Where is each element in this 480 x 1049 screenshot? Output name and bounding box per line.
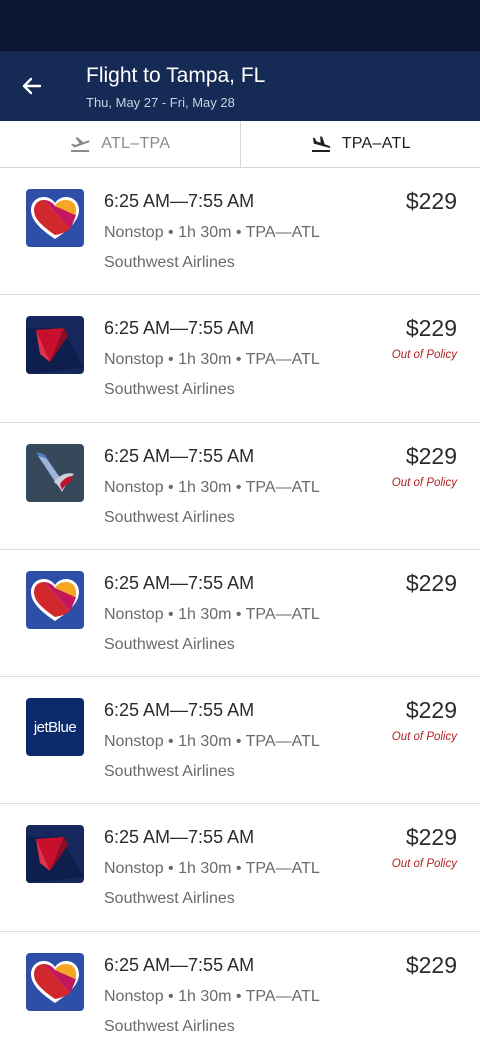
airline-name: Southwest Airlines [104,763,235,781]
out-of-policy-badge: Out of Policy [391,349,457,362]
out-of-policy-badge: Out of Policy [391,731,457,744]
american-airlines-logo-icon [26,443,84,502]
flight-row[interactable]: 6:25 AM—7:55 AM Nonstop • 1h 30m • TPA—A… [0,550,480,678]
flight-time: 6:25 AM—7:55 AM [104,318,255,339]
flight-row[interactable]: 6:25 AM—7:55 AM Nonstop • 1h 30m • TPA—A… [0,932,480,1049]
tab-label: TPA–ATL [341,135,411,152]
back-arrow-icon [22,77,42,95]
airline-name: Southwest Airlines [104,381,235,399]
airline-name: Southwest Airlines [104,890,235,908]
flight-row[interactable]: 6:25 AM—7:55 AM Nonstop • 1h 30m • TPA—A… [0,804,480,932]
flight-time: 6:25 AM—7:55 AM [104,700,255,721]
airline-name: Southwest Airlines [104,1017,235,1035]
tab-atl-tpa[interactable]: ATL–TPA [0,121,240,167]
flight-time: 6:25 AM—7:55 AM [104,827,255,848]
delta-logo-icon [26,316,84,375]
flight-list: 6:25 AM—7:55 AM Nonstop • 1h 30m • TPA—A… [0,168,480,1049]
out-of-policy-badge: Out of Policy [391,858,457,871]
southwest-logo-icon [26,570,84,629]
out-of-policy-badge: Out of Policy [391,476,457,489]
segment-tabs: ATL–TPA TPA–ATL [0,121,480,168]
flight-details: Nonstop • 1h 30m • TPA—ATL [104,224,320,241]
tab-label: ATL–TPA [101,135,171,152]
southwest-logo-icon [26,189,84,247]
flight-row[interactable]: 6:25 AM—7:55 AM Nonstop • 1h 30m • TPA—A… [0,295,480,423]
status-bar [0,0,480,51]
flight-price: $229 [405,824,457,851]
trip-dates: Thu, May 27 - Fri, May 28 [86,95,235,110]
jetblue-logo-icon: jetBlue [26,698,84,757]
flight-details: Nonstop • 1h 30m • TPA—ATL [104,987,320,1005]
flight-row[interactable]: 6:25 AM—7:55 AM Nonstop • 1h 30m • TPA—A… [0,423,480,550]
delta-logo-icon [26,825,84,884]
flight-price: $229 [405,442,457,469]
flight-price: $229 [405,315,457,342]
flight-details: Nonstop • 1h 30m • TPA—ATL [104,351,320,369]
flight-price: $229 [405,188,457,214]
app-header: Flight to Tampa, FL Thu, May 27 - Fri, M… [0,51,480,121]
flight-details: Nonstop • 1h 30m • TPA—ATL [104,860,320,878]
flight-row[interactable]: jetBlue 6:25 AM—7:55 AM Nonstop • 1h 30m… [0,677,480,805]
flight-time: 6:25 AM—7:55 AM [104,572,255,593]
back-button[interactable] [14,68,50,104]
flight-time: 6:25 AM—7:55 AM [104,445,255,466]
landing-icon [311,136,331,152]
flight-details: Nonstop • 1h 30m • TPA—ATL [104,478,320,496]
flight-details: Nonstop • 1h 30m • TPA—ATL [104,605,320,623]
airline-name: Southwest Airlines [104,508,235,526]
page-title: Flight to Tampa, FL [86,64,266,87]
tab-tpa-atl[interactable]: TPA–ATL [239,121,480,167]
flight-time: 6:25 AM—7:55 AM [104,954,255,975]
airline-name: Southwest Airlines [104,635,235,653]
southwest-logo-icon [26,952,84,1011]
flight-row[interactable]: 6:25 AM—7:55 AM Nonstop • 1h 30m • TPA—A… [0,168,480,296]
flight-details: Nonstop • 1h 30m • TPA—ATL [104,733,320,751]
flight-price: $229 [405,951,457,978]
flight-time: 6:25 AM—7:55 AM [104,191,255,211]
takeoff-icon [71,137,90,152]
airline-name: Southwest Airlines [104,254,235,271]
flight-price: $229 [405,569,457,596]
flight-price: $229 [405,697,457,724]
jetblue-logo-text: jetBlue [33,718,77,736]
